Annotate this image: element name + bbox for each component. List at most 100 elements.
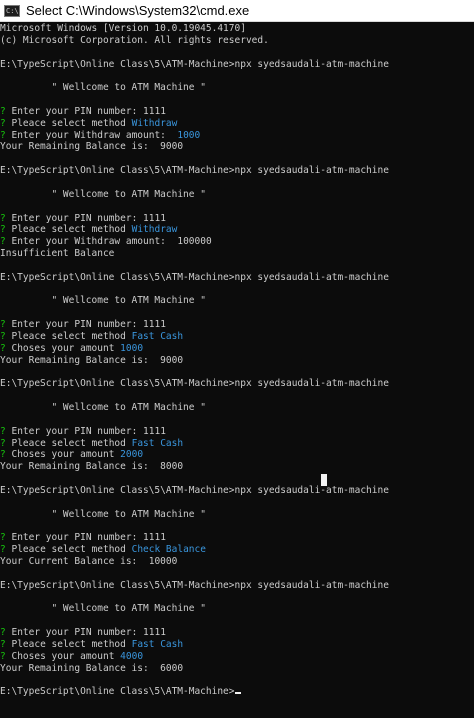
prompt: E:\TypeScript\Online Class\5\ATM-Machine… [0,58,235,70]
balance-value: 9000 [160,354,184,366]
method-label: Pleace select method [11,117,126,129]
balance-value: 8000 [160,461,184,473]
method-line: ? Pleace select method Fast Cash [0,438,474,450]
active-prompt-line[interactable]: E:\TypeScript\Online Class\5\ATM-Machine… [0,686,474,698]
prompt: E:\TypeScript\Online Class\5\ATM-Machine… [0,271,235,283]
prompt: E:\TypeScript\Online Class\5\ATM-Machine… [0,686,235,698]
method-label: Pleace select method [11,544,126,556]
welcome-line: " Wellcome to ATM Machine " [0,509,474,521]
terminal-line: Microsoft Windows [Version 10.0.19045.41… [0,23,246,34]
welcome-text: " Wellcome to ATM Machine " [51,402,206,413]
method-label: Pleace select method [11,638,126,650]
prompt: E:\TypeScript\Online Class\5\ATM-Machine… [0,378,235,390]
pin-line: ? Enter your PIN number: 1111 [0,213,474,225]
command-line: E:\TypeScript\Online Class\5\ATM-Machine… [0,272,474,284]
pin-value: 1111 [143,319,166,331]
command-line: E:\TypeScript\Online Class\5\ATM-Machine… [0,165,474,177]
prompt: E:\TypeScript\Online Class\5\ATM-Machine… [0,165,235,177]
command-line: E:\TypeScript\Online Class\5\ATM-Machine… [0,485,474,497]
method-line: ? Pleace select method Check Balance [0,544,474,556]
method-value: Check Balance [131,544,206,556]
amount-value: 1000 [177,129,201,141]
cmd-window: C:\ Select C:\Windows\System32\cmd.exe M… [0,0,474,718]
title-bar[interactable]: C:\ Select C:\Windows\System32\cmd.exe [0,0,474,22]
terminal-line: (c) Microsoft Corporation. All rights re… [0,34,269,46]
method-line: ? Pleace select method Fast Cash [0,639,474,651]
method-label: Pleace select method [11,330,126,342]
command: npx syedsaudali-atm-machine [234,484,389,496]
pin-label: Enter your PIN number: [11,425,138,437]
welcome-line: " Wellcome to ATM Machine " [0,603,474,615]
window-title: Select C:\Windows\System32\cmd.exe [26,3,250,18]
balance-label: Your Remaining Balance is: [0,354,149,366]
amount-line: ? Enter your Withdraw amount: 1000 [0,130,474,142]
method-line: ? Pleace select method Withdraw [0,118,474,130]
pin-label: Enter your PIN number: [11,319,138,331]
pin-value: 1111 [143,212,166,224]
welcome-line: " Wellcome to ATM Machine " [0,189,474,201]
amount-line: ? Choses your amount 2000 [0,449,474,461]
command: npx syedsaudali-atm-machine [234,165,389,177]
current-balance-label: Your Current Balance is: [0,555,138,567]
welcome-text: " Wellcome to ATM Machine " [51,508,206,520]
mouse-cursor-block [321,474,327,486]
chooses-label: Choses your amount [11,342,115,354]
command-line: E:\TypeScript\Online Class\5\ATM-Machine… [0,378,474,390]
balance-value: 9000 [160,141,184,153]
withdraw-label: Enter your Withdraw amount: [11,236,166,248]
balance-line: Your Current Balance is: 10000 [0,556,474,568]
balance-label: Your Remaining Balance is: [0,461,149,473]
balance-value: 10000 [148,555,178,567]
balance-line: Your Remaining Balance is: 8000 [0,461,474,473]
welcome-line: " Wellcome to ATM Machine " [0,82,474,94]
cmd-icon: C:\ [4,4,20,17]
pin-value: 1111 [143,105,166,117]
balance-line: Your Remaining Balance is: 9000 [0,141,474,153]
welcome-text: " Wellcome to ATM Machine " [51,295,206,307]
prompt: E:\TypeScript\Online Class\5\ATM-Machine… [0,579,235,591]
terminal-output[interactable]: Microsoft Windows [Version 10.0.19045.41… [0,22,474,718]
method-label: Pleace select method [11,224,126,236]
balance-line: Your Remaining Balance is: 6000 [0,663,474,675]
method-value: Withdraw [131,117,178,129]
amount-value: 100000 [177,236,212,248]
command: npx syedsaudali-atm-machine [234,579,389,591]
method-value: Fast Cash [131,638,184,650]
method-line: ? Pleace select method Fast Cash [0,331,474,343]
prompt: E:\TypeScript\Online Class\5\ATM-Machine… [0,484,235,496]
pin-value: 1111 [143,425,166,437]
method-label: Pleace select method [11,437,126,449]
amount-value: 1000 [120,342,144,354]
text-cursor [234,692,241,695]
welcome-line: " Wellcome to ATM Machine " [0,295,474,307]
amount-value: 4000 [120,650,144,662]
error-line: Insufficient Balance [0,248,115,260]
chooses-label: Choses your amount [11,650,115,662]
command: npx syedsaudali-atm-machine [234,58,389,70]
command: npx syedsaudali-atm-machine [234,271,389,283]
welcome-text: " Wellcome to ATM Machine " [51,188,206,200]
pin-value: 1111 [143,532,166,544]
withdraw-label: Enter your Withdraw amount: [11,129,166,141]
amount-line: ? Choses your amount 1000 [0,343,474,355]
pin-value: 1111 [143,627,166,639]
balance-line: Your Remaining Balance is: 9000 [0,355,474,367]
pin-line: ? Enter your PIN number: 1111 [0,319,474,331]
amount-value: 2000 [120,449,144,461]
balance-value: 6000 [160,662,184,674]
pin-line: ? Enter your PIN number: 1111 [0,106,474,118]
